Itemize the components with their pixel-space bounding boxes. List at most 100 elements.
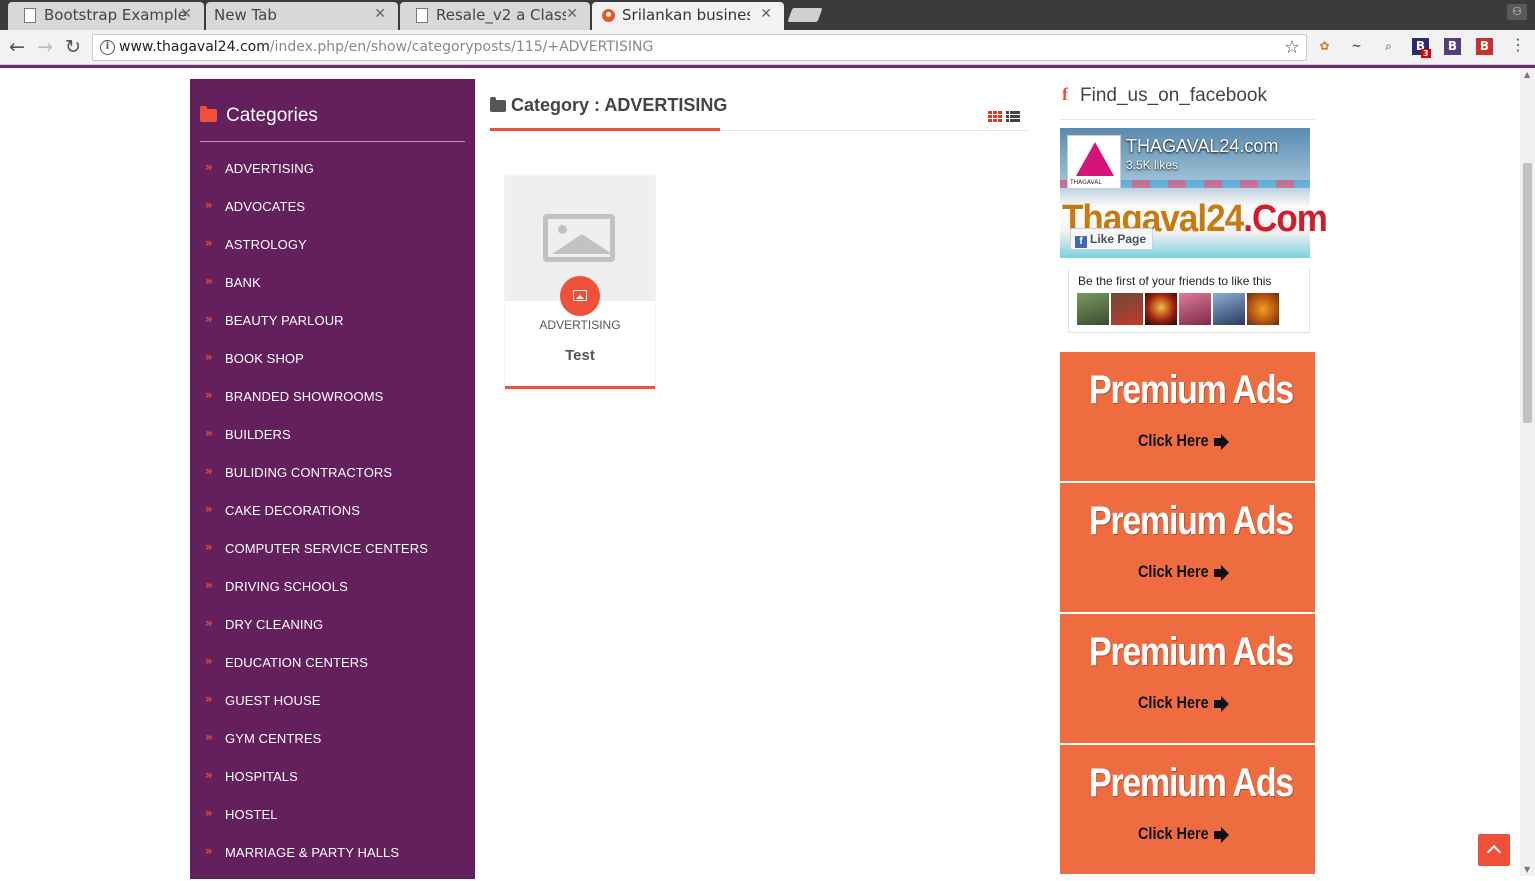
category-item[interactable]: » ADVOCATES — [190, 197, 475, 235]
new-tab-button[interactable] — [787, 8, 823, 22]
category-label[interactable]: COMPUTER SERVICE CENTERS — [225, 541, 428, 556]
category-label[interactable]: ADVOCATES — [225, 199, 305, 214]
info-icon[interactable]: i — [100, 40, 115, 55]
extension-icon[interactable]: B — [1476, 38, 1493, 55]
forward-arrow-icon[interactable]: → — [37, 36, 53, 58]
avatar[interactable] — [1179, 293, 1211, 325]
reload-icon[interactable]: ↻ — [65, 36, 81, 58]
double-chevron-icon: » — [205, 350, 213, 364]
user-profile-icon[interactable]: ⚇ — [1507, 4, 1527, 20]
page-icon — [416, 8, 428, 23]
list-view-icon[interactable] — [1006, 111, 1020, 122]
category-label[interactable]: DRIVING SCHOOLS — [225, 579, 348, 594]
ad-cta[interactable]: Click Here — [1138, 824, 1209, 844]
scroll-down-icon[interactable]: ▼ — [1524, 865, 1530, 874]
facebook-cover-image[interactable]: THAGAVAL THAGAVAL24.com 3.5K likes Thaga… — [1060, 128, 1328, 258]
category-label[interactable]: HOSPITALS — [225, 769, 298, 784]
sidebar-title: Categories — [226, 105, 318, 126]
category-item[interactable]: » ASTROLOGY — [190, 235, 475, 273]
category-label[interactable]: MARRIAGE & PARTY HALLS — [225, 845, 399, 860]
close-icon[interactable]: ✕ — [566, 6, 578, 22]
premium-ad-banner[interactable]: Premium Ads Click Here — [1060, 352, 1315, 482]
category-item[interactable]: » DRIVING SCHOOLS — [190, 577, 475, 615]
double-chevron-icon: » — [205, 464, 213, 478]
close-icon[interactable]: ✕ — [760, 6, 772, 22]
premium-ad-banner[interactable]: Premium Ads Click Here — [1060, 614, 1315, 744]
category-item[interactable]: » HOSTEL — [190, 805, 475, 843]
category-item[interactable]: » DRY CLEANING — [190, 615, 475, 653]
category-item[interactable]: » BEAUTY PARLOUR — [190, 311, 475, 349]
vertical-scrollbar[interactable]: ▲ ▼ — [1520, 68, 1535, 876]
scrollbar-thumb[interactable] — [1523, 163, 1532, 423]
tab-resale[interactable]: Resale_v2 a Classifi ✕ — [400, 2, 590, 30]
browser-tab-bar: Bootstrap Example ✕ New Tab ✕ Resale_v2 … — [0, 0, 1535, 30]
tab-bootstrap-example[interactable]: Bootstrap Example ✕ — [8, 2, 204, 30]
extension-icon[interactable]: ⌕ — [1380, 38, 1397, 55]
category-item[interactable]: » GUEST HOUSE — [190, 691, 475, 729]
category-label[interactable]: BOOK SHOP — [225, 351, 304, 366]
category-item[interactable]: » HOSPITALS — [190, 767, 475, 805]
category-item[interactable]: » EDUCATION CENTERS — [190, 653, 475, 691]
grid-view-icon[interactable] — [988, 111, 1002, 122]
premium-ad-banner[interactable]: Premium Ads Click Here — [1060, 483, 1315, 613]
close-icon[interactable]: ✕ — [180, 6, 192, 22]
category-item[interactable]: » BOOK SHOP — [190, 349, 475, 387]
post-title[interactable]: Test — [505, 347, 655, 364]
menu-icon[interactable]: ⋮ — [1510, 35, 1526, 54]
post-card[interactable]: ADVERTISING Test — [505, 176, 655, 389]
facebook-page-name[interactable]: THAGAVAL24.com — [1126, 136, 1278, 157]
category-label[interactable]: ASTROLOGY — [225, 237, 307, 252]
extension-icon[interactable]: ✿ — [1316, 38, 1333, 55]
extension-icon[interactable]: B3 — [1412, 38, 1431, 58]
category-label[interactable]: BUILDERS — [225, 427, 291, 442]
category-item[interactable]: » COMPUTER SERVICE CENTERS — [190, 539, 475, 577]
category-label[interactable]: ADVERTISING — [225, 161, 314, 176]
avatar[interactable] — [1247, 293, 1279, 325]
category-item[interactable]: » BULIDING CONTRACTORS — [190, 463, 475, 501]
close-icon[interactable]: ✕ — [374, 6, 386, 22]
back-arrow-icon[interactable]: ← — [9, 36, 25, 58]
post-category: ADVERTISING — [539, 318, 621, 332]
like-page-button[interactable]: f Like Page — [1070, 228, 1154, 250]
ad-title: Premium Ads — [1089, 499, 1294, 543]
category-label[interactable]: DRY CLEANING — [225, 617, 323, 632]
tab-new-tab[interactable]: New Tab ✕ — [206, 2, 398, 30]
ad-cta[interactable]: Click Here — [1138, 562, 1209, 582]
category-item[interactable]: » CAKE DECORATIONS — [190, 501, 475, 539]
double-chevron-icon: » — [205, 160, 213, 174]
friends-text: Be the first of your friends to like thi… — [1078, 274, 1272, 288]
facebook-friends-box: Be the first of your friends to like thi… — [1068, 268, 1310, 333]
category-label[interactable]: GYM CENTRES — [225, 731, 321, 746]
ad-cta[interactable]: Click Here — [1138, 431, 1209, 451]
avatar[interactable] — [1077, 293, 1109, 325]
bookmark-star-icon[interactable]: ☆ — [1284, 37, 1300, 58]
category-label[interactable]: CAKE DECORATIONS — [225, 503, 360, 518]
scroll-up-icon[interactable]: ▲ — [1524, 70, 1530, 79]
tab-srilankan-business[interactable]: Srilankan business ✕ — [592, 2, 784, 30]
category-label[interactable]: BULIDING CONTRACTORS — [225, 465, 392, 480]
page-title: Category : ADVERTISING — [511, 95, 728, 115]
category-item[interactable]: » ADVERTISING — [190, 159, 475, 197]
post-type-badge — [560, 276, 600, 316]
category-item[interactable]: » BRANDED SHOWROOMS — [190, 387, 475, 425]
category-label[interactable]: EDUCATION CENTERS — [225, 655, 368, 670]
category-item[interactable]: » MARRIAGE & PARTY HALLS — [190, 843, 475, 881]
category-label[interactable]: GUEST HOUSE — [225, 693, 321, 708]
avatar[interactable] — [1145, 293, 1177, 325]
back-to-top-button[interactable] — [1478, 834, 1510, 866]
avatar[interactable] — [1111, 293, 1143, 325]
category-item[interactable]: » GYM CENTRES — [190, 729, 475, 767]
premium-ad-banner[interactable]: Premium Ads Click Here — [1060, 745, 1315, 875]
page-logo[interactable]: THAGAVAL — [1067, 135, 1121, 189]
category-label[interactable]: BEAUTY PARLOUR — [225, 313, 344, 328]
avatar[interactable] — [1213, 293, 1245, 325]
category-item[interactable]: » BANK — [190, 273, 475, 311]
ad-cta[interactable]: Click Here — [1138, 693, 1209, 713]
category-label[interactable]: BRANDED SHOWROOMS — [225, 389, 383, 404]
category-label[interactable]: HOSTEL — [225, 807, 278, 822]
extension-icon[interactable]: B — [1444, 38, 1461, 55]
category-label[interactable]: BANK — [225, 275, 261, 290]
extension-icon[interactable]: ~ — [1348, 38, 1365, 55]
address-bar[interactable]: i www.thagaval24.com/index.php/en/show/c… — [92, 34, 1307, 61]
category-item[interactable]: » BUILDERS — [190, 425, 475, 463]
